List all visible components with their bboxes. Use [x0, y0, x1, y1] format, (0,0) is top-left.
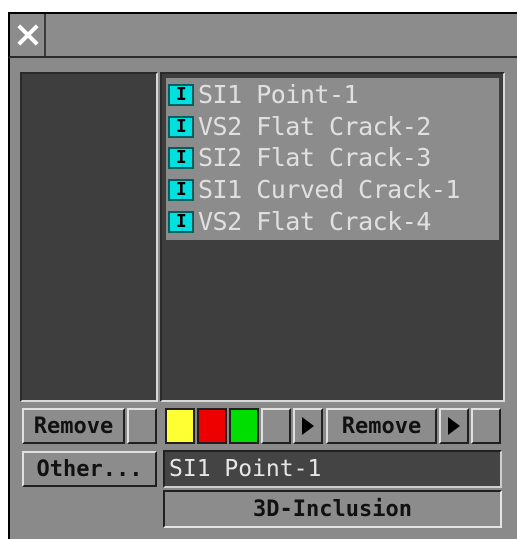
left-list-pane[interactable] — [20, 72, 158, 402]
list-item[interactable]: I VS2 Flat Crack-4 — [168, 206, 498, 237]
list-item-label: VS2 Flat Crack-4 — [198, 207, 431, 236]
list-item[interactable]: I VS2 Flat Crack-2 — [168, 111, 498, 142]
list-item[interactable]: I SI1 Curved Crack-1 — [168, 174, 498, 205]
play-button[interactable] — [293, 408, 323, 444]
color-swatch-blank[interactable] — [261, 408, 291, 444]
other-button[interactable]: Other... — [22, 451, 157, 487]
selected-name-field[interactable]: SI1 Point-1 — [163, 450, 502, 488]
next-button[interactable] — [439, 408, 469, 444]
inclusion-badge-icon: I — [168, 210, 194, 233]
inclusion-badge-icon: I — [168, 146, 194, 169]
play-icon — [302, 417, 314, 435]
inclusion-badge-icon: I — [168, 83, 194, 106]
inclusion-badge-icon: I — [168, 115, 194, 138]
left-blank-button[interactable] — [127, 408, 157, 444]
right-remove-button[interactable]: Remove — [326, 408, 437, 444]
color-swatch-yellow[interactable] — [165, 408, 195, 444]
list-item[interactable]: I SI1 Point-1 — [168, 79, 498, 110]
color-swatch-red[interactable] — [197, 408, 227, 444]
list-item[interactable]: I SI2 Flat Crack-3 — [168, 142, 498, 173]
close-icon — [10, 14, 44, 56]
close-button[interactable] — [10, 14, 46, 56]
list-item-label: SI1 Curved Crack-1 — [198, 175, 460, 204]
inclusion-badge-icon: I — [168, 178, 194, 201]
play-icon — [448, 417, 460, 435]
title-bar — [8, 12, 517, 58]
color-swatch-green[interactable] — [229, 408, 259, 444]
list-item-label: VS2 Flat Crack-2 — [198, 112, 431, 141]
left-remove-button[interactable]: Remove — [22, 408, 125, 444]
list-item-label: SI1 Point-1 — [198, 80, 359, 109]
right-blank-button[interactable] — [471, 408, 501, 444]
list-item-label: SI2 Flat Crack-3 — [198, 143, 431, 172]
type-label: 3D-Inclusion — [163, 490, 502, 528]
